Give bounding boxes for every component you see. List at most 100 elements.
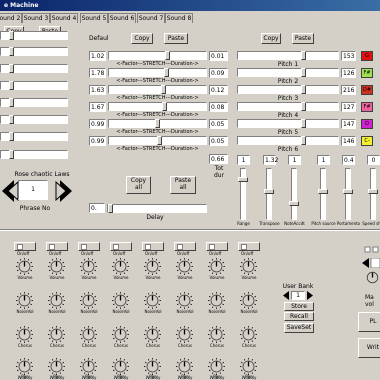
fader-value-2[interactable]: 1.32 bbox=[263, 155, 278, 165]
pitch-5-value[interactable]: 147 bbox=[341, 119, 356, 129]
saveset-button[interactable]: SaveSet bbox=[284, 323, 314, 333]
knob-7-noisevol[interactable] bbox=[208, 292, 225, 309]
store-button[interactable]: Store bbox=[284, 302, 314, 311]
fader-value-1[interactable]: 1 bbox=[237, 155, 250, 165]
fader-4-thumb[interactable] bbox=[318, 189, 328, 194]
knob-1-noisevol[interactable] bbox=[16, 292, 33, 309]
pitch-1-value[interactable]: 153 bbox=[341, 51, 356, 61]
pitch-3-slider[interactable] bbox=[237, 85, 339, 94]
on-off-checkbox-3[interactable]: On/off bbox=[78, 242, 100, 256]
pitch-paste-button[interactable]: Paste bbox=[292, 33, 314, 44]
knob-4-wobbly[interactable] bbox=[112, 358, 129, 375]
pitch-2-note-swatch[interactable]: F# bbox=[361, 68, 373, 78]
pitch-copy-button[interactable]: Copy bbox=[261, 33, 281, 44]
fader-3[interactable] bbox=[289, 168, 299, 220]
pitch-4-slider-thumb[interactable] bbox=[301, 102, 306, 111]
mid-copy-button[interactable]: Copy bbox=[131, 33, 153, 44]
factor-field-4[interactable]: 1.67 bbox=[89, 102, 106, 112]
master-option-checkboxes[interactable] bbox=[364, 246, 380, 256]
knob-4-volume[interactable] bbox=[112, 258, 129, 275]
stretch-slider-6-thumb[interactable] bbox=[157, 136, 162, 145]
duration-field-6[interactable]: 0.05 bbox=[209, 136, 228, 146]
on-off-checkbox-7[interactable]: On/off bbox=[206, 242, 228, 256]
knob-3-volume[interactable] bbox=[80, 258, 97, 275]
knob-5-chorus[interactable] bbox=[144, 326, 161, 343]
stretch-slider-2-thumb[interactable] bbox=[164, 68, 169, 77]
stretch-slider-5[interactable] bbox=[108, 119, 207, 128]
on-off-checkbox-2[interactable]: On/off bbox=[46, 242, 68, 256]
checkbox-box[interactable] bbox=[17, 244, 23, 250]
file-time-point-3-slider-thumb[interactable] bbox=[9, 81, 14, 90]
tab-sound-5[interactable]: Sound 5 bbox=[80, 13, 108, 23]
pitch-4-slider[interactable] bbox=[237, 102, 339, 111]
fader-3-thumb[interactable] bbox=[289, 201, 299, 206]
pitch-2-slider[interactable] bbox=[237, 68, 339, 77]
file-time-point-3-slider[interactable] bbox=[0, 81, 68, 90]
fader-2-thumb[interactable] bbox=[264, 189, 274, 194]
delay-slider[interactable] bbox=[107, 204, 207, 213]
pitch-5-note-swatch[interactable]: D bbox=[361, 119, 373, 129]
knob-1-wobbly[interactable] bbox=[16, 358, 33, 375]
knob-6-noisevol[interactable] bbox=[176, 292, 193, 309]
fader-1[interactable] bbox=[238, 168, 248, 220]
knob-5-wobbly[interactable] bbox=[144, 358, 161, 375]
file-time-point-2-slider-thumb[interactable] bbox=[9, 64, 14, 73]
duration-field-3[interactable]: 0.12 bbox=[209, 85, 228, 95]
pitch-1-slider[interactable] bbox=[237, 51, 339, 60]
user-bank-field[interactable]: 1 bbox=[291, 291, 305, 300]
pitch-3-value[interactable]: 216 bbox=[341, 85, 356, 95]
knob-6-chorus[interactable] bbox=[176, 326, 193, 343]
fader-5[interactable] bbox=[343, 168, 353, 220]
tab-sound-4[interactable]: Sound 4 bbox=[50, 13, 78, 23]
fader-value-4[interactable]: 1 bbox=[317, 155, 330, 165]
mid-paste-button[interactable]: Paste bbox=[164, 33, 188, 44]
knob-3-wobbly[interactable] bbox=[80, 358, 97, 375]
fader-6[interactable] bbox=[368, 168, 378, 220]
recall-button[interactable]: Recall bbox=[284, 312, 314, 321]
stretch-slider-6[interactable] bbox=[108, 136, 207, 145]
pitch-4-value[interactable]: 127 bbox=[341, 102, 356, 112]
knob-4-chorus[interactable] bbox=[112, 326, 129, 343]
stretch-slider-3-thumb[interactable] bbox=[161, 85, 166, 94]
file-time-point-6-slider[interactable] bbox=[0, 132, 68, 141]
master-arrow-control[interactable] bbox=[362, 258, 380, 268]
file-time-point-2-slider[interactable] bbox=[0, 64, 68, 73]
factor-field-3[interactable]: 1.63 bbox=[89, 85, 106, 95]
knob-3-chorus[interactable] bbox=[80, 326, 97, 343]
fader-value-3[interactable]: 1 bbox=[288, 155, 301, 165]
fader-5-thumb[interactable] bbox=[343, 189, 353, 194]
checkbox-box[interactable] bbox=[81, 244, 87, 250]
fader-2[interactable] bbox=[264, 168, 274, 220]
duration-field-4[interactable]: 0.08 bbox=[209, 102, 228, 112]
knob-8-volume[interactable] bbox=[240, 258, 257, 275]
write-button[interactable]: Writ bbox=[358, 338, 380, 358]
checkbox-box[interactable] bbox=[177, 244, 183, 250]
stretch-slider-5-thumb[interactable] bbox=[155, 119, 160, 128]
on-off-checkbox-4[interactable]: On/off bbox=[110, 242, 132, 256]
knob-1-volume[interactable] bbox=[16, 258, 33, 275]
factor-field-5[interactable]: 0.99 bbox=[89, 119, 106, 129]
file-time-point-0-slider[interactable] bbox=[0, 31, 68, 40]
knob-2-chorus[interactable] bbox=[48, 326, 65, 343]
on-off-checkbox-6[interactable]: On/off bbox=[174, 242, 196, 256]
stretch-slider-2[interactable] bbox=[108, 68, 207, 77]
file-time-point-5-slider-thumb[interactable] bbox=[9, 115, 14, 124]
master-volume-knob[interactable] bbox=[365, 270, 380, 285]
knob-5-noisevol[interactable] bbox=[144, 292, 161, 309]
stretch-slider-3[interactable] bbox=[108, 85, 207, 94]
knob-2-volume[interactable] bbox=[48, 258, 65, 275]
knob-1-chorus[interactable] bbox=[16, 326, 33, 343]
factor-field-6[interactable]: 0.99 bbox=[89, 136, 106, 146]
pitch-6-note-swatch[interactable]: C- bbox=[361, 136, 373, 146]
pitch-6-slider[interactable] bbox=[237, 136, 339, 145]
fader-value-5[interactable]: 0.4 bbox=[342, 155, 355, 165]
file-time-point-6-slider-thumb[interactable] bbox=[9, 132, 14, 141]
pitch-6-slider-thumb[interactable] bbox=[301, 136, 306, 145]
factor-field-1[interactable]: 1.02 bbox=[89, 51, 106, 61]
fader-6-thumb[interactable] bbox=[368, 189, 378, 194]
knob-5-volume[interactable] bbox=[144, 258, 161, 275]
knob-8-noisevol[interactable] bbox=[240, 292, 257, 309]
copy-all-button[interactable]: Copy all bbox=[126, 176, 151, 194]
duration-field-5[interactable]: 0.05 bbox=[209, 119, 228, 129]
knob-7-volume[interactable] bbox=[208, 258, 225, 275]
